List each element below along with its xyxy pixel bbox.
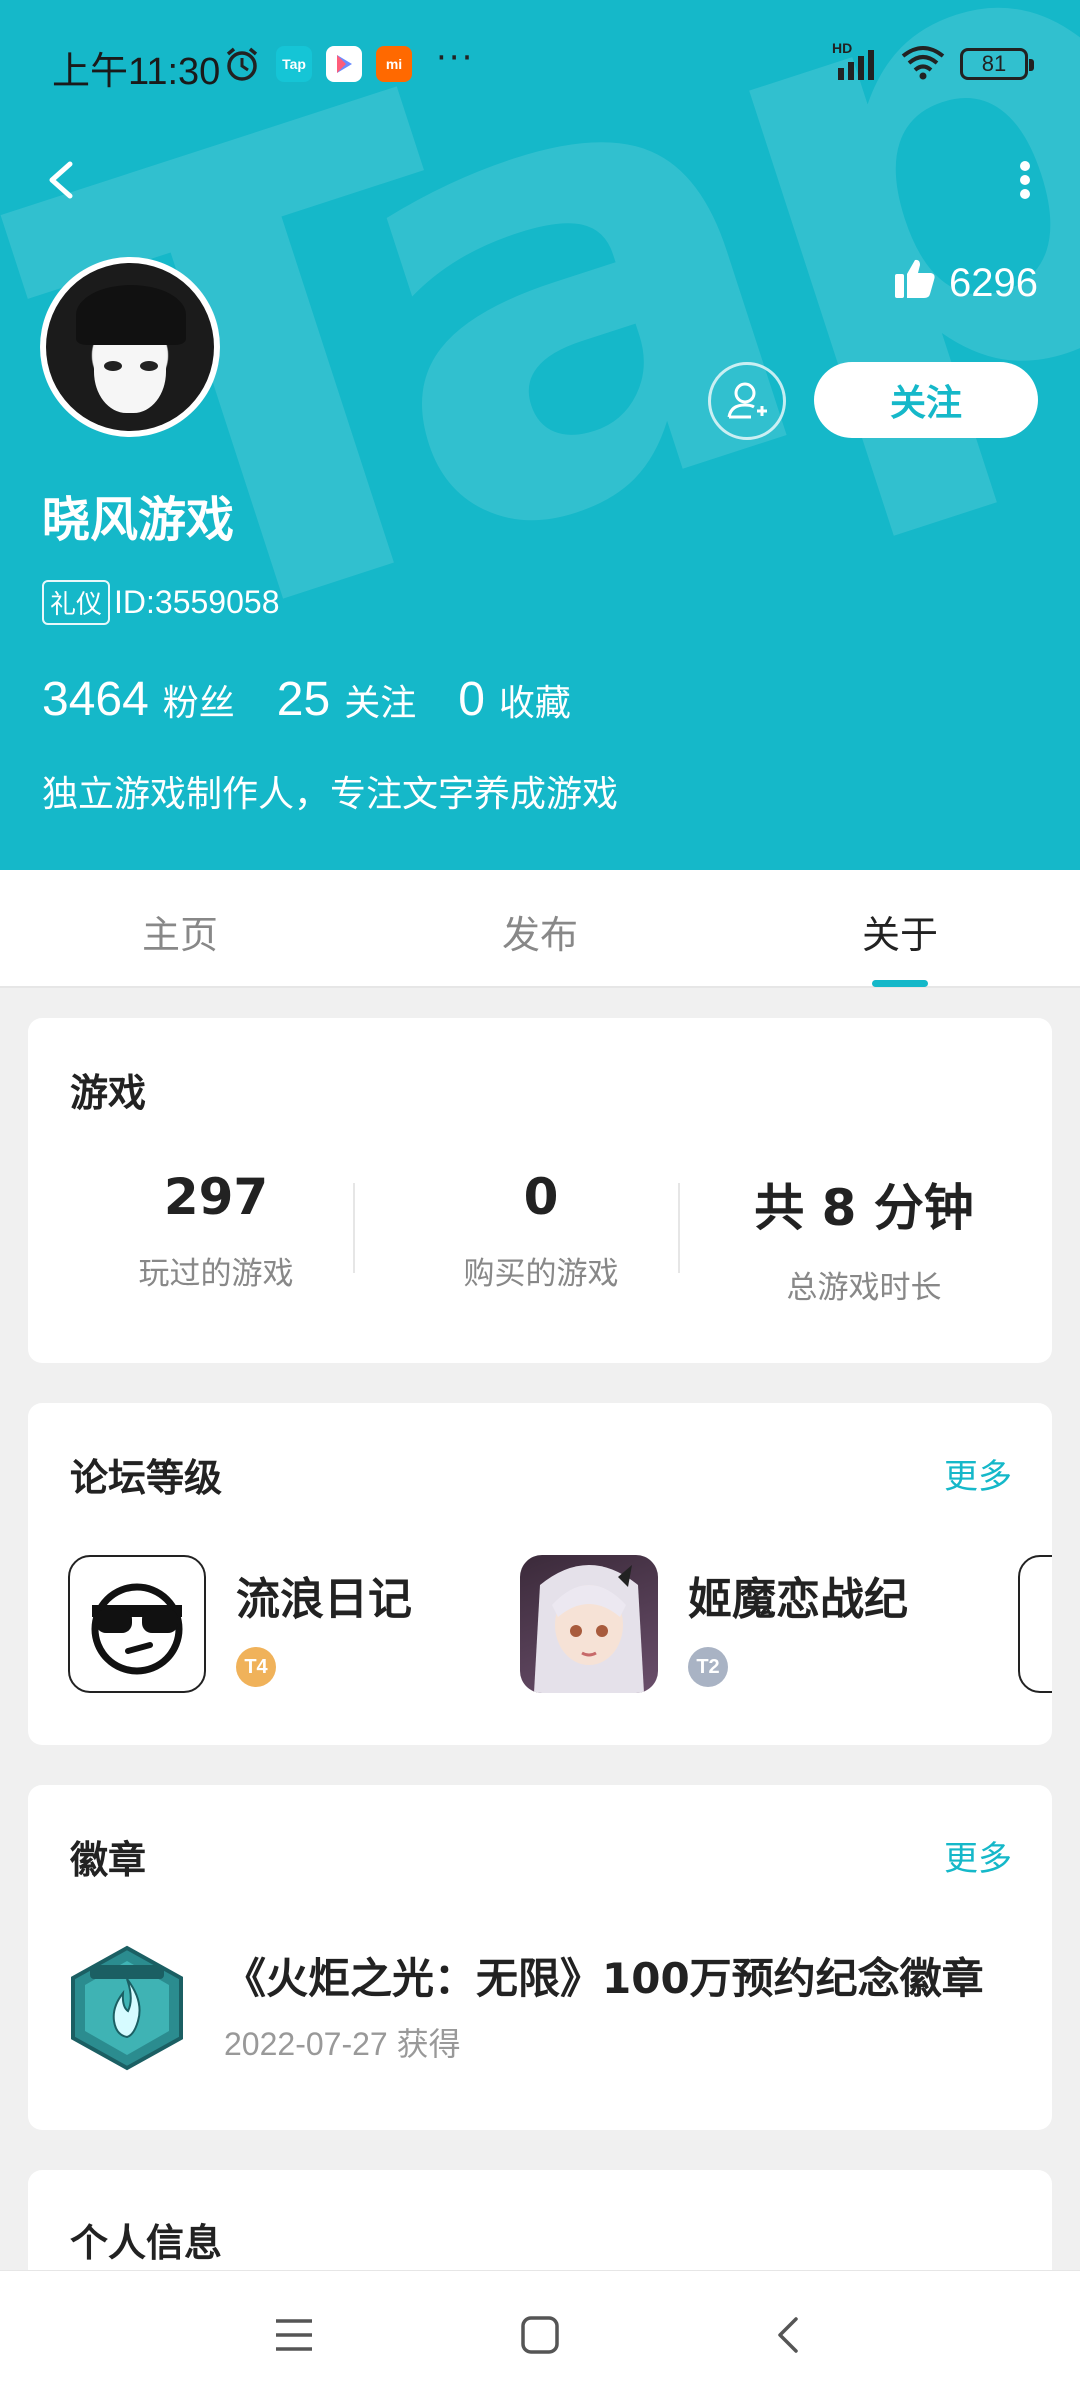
tab-posts[interactable]: 发布 xyxy=(502,904,578,959)
games-card: 游戏 297 玩过的游戏 0 购买的游戏 共 8 分钟 总游戏时长 xyxy=(28,1018,1052,1363)
battery-indicator: 81 xyxy=(960,48,1034,80)
games-card-title: 游戏 xyxy=(70,1071,147,1115)
menu-icon[interactable] xyxy=(272,2315,316,2359)
personal-info-title: 个人信息 xyxy=(70,2221,223,2265)
home-icon[interactable] xyxy=(518,2315,562,2359)
more-notifications-icon: ··· xyxy=(436,38,475,78)
followers-label[interactable]: 粉丝 xyxy=(163,674,235,726)
wifi-icon xyxy=(900,44,946,84)
likes-number: 6296 xyxy=(949,260,1038,305)
followers-count[interactable]: 3464 xyxy=(42,672,149,727)
played-games-stat[interactable]: 297 玩过的游戏 xyxy=(56,1168,376,1293)
follow-button[interactable]: 关注 xyxy=(814,362,1038,438)
favorites-label[interactable]: 收藏 xyxy=(499,674,571,726)
following-count[interactable]: 25 xyxy=(277,672,330,727)
played-games-label: 玩过的游戏 xyxy=(138,1256,294,1292)
playtime-value: 共 8 分钟 xyxy=(754,1179,974,1237)
profile-header: TapTap 上午11:30 Tap mi ··· HD 81 6296 关注 … xyxy=(0,0,1080,870)
etiquette-tag[interactable]: 礼仪 xyxy=(42,580,111,625)
status-bar: 上午11:30 Tap mi ··· HD 81 xyxy=(0,0,1080,130)
played-games-count: 297 xyxy=(163,1168,269,1226)
back-button[interactable] xyxy=(40,150,80,210)
forum-item-name: 姬魔恋战纪 xyxy=(688,1574,908,1625)
user-id: ID:3559058 xyxy=(114,584,280,620)
taptap-app-icon: Tap xyxy=(276,46,312,82)
forum-level-card: 论坛等级 更多 流浪日记 T4 姬魔恋战纪 T2 xyxy=(28,1403,1052,1745)
forum-item-peek[interactable] xyxy=(1018,1555,1052,1693)
purchased-games-label: 购买的游戏 xyxy=(463,1256,619,1292)
tab-about[interactable]: 关于 xyxy=(862,904,938,959)
sunglasses-face-icon xyxy=(68,1555,206,1693)
divider xyxy=(678,1183,680,1273)
purchased-games-count: 0 xyxy=(523,1168,559,1226)
playtime-stat[interactable]: 共 8 分钟 总游戏时长 xyxy=(704,1168,1024,1307)
username: 晓风游戏 xyxy=(42,492,235,548)
user-id-row: 礼仪 ID:3559058 xyxy=(42,580,279,625)
anime-girl-icon xyxy=(520,1555,658,1693)
torchlight-badge-icon[interactable] xyxy=(68,1945,186,2071)
badge-card: 徽章 更多 《火炬之光：无限》100万预约纪念徽章 2022-07-27 获得 xyxy=(28,1785,1052,2130)
system-navigation-bar xyxy=(0,2270,1080,2400)
forum-item[interactable]: 姬魔恋战纪 T2 xyxy=(520,1555,908,1693)
more-options-button[interactable] xyxy=(1010,150,1040,210)
forum-item[interactable]: 流浪日记 T4 xyxy=(68,1555,412,1693)
purchased-games-stat[interactable]: 0 购买的游戏 xyxy=(381,1168,701,1293)
forum-level-title: 论坛等级 xyxy=(70,1456,223,1500)
active-tab-indicator xyxy=(872,980,928,987)
forum-item-name: 流浪日记 xyxy=(236,1574,412,1625)
following-label[interactable]: 关注 xyxy=(344,674,416,726)
add-friend-button[interactable] xyxy=(708,362,786,440)
likes-count: 6296 xyxy=(893,256,1038,310)
user-bio: 独立游戏制作人，专注文字养成游戏 xyxy=(42,774,619,815)
badge-date: 2022-07-27 获得 xyxy=(224,2026,461,2062)
add-user-icon xyxy=(727,382,767,419)
status-time: 上午11:30 xyxy=(52,51,221,93)
mi-app-icon: mi xyxy=(376,46,412,82)
signal-icon: HD xyxy=(832,40,886,82)
thumbs-up-icon xyxy=(893,256,937,310)
play-store-icon xyxy=(326,46,362,82)
alarm-icon xyxy=(222,44,262,88)
favorites-count[interactable]: 0 xyxy=(458,672,485,727)
back-nav-icon[interactable] xyxy=(768,2315,812,2359)
badge-card-title: 徽章 xyxy=(70,1838,147,1882)
avatar[interactable] xyxy=(40,257,220,437)
level-badge: T2 xyxy=(688,1647,728,1687)
tab-home[interactable]: 主页 xyxy=(142,904,218,959)
profile-stats: 3464 粉丝 25 关注 0 收藏 xyxy=(42,672,613,727)
playtime-label: 总游戏时长 xyxy=(786,1270,942,1306)
badge-title[interactable]: 《火炬之光：无限》100万预约纪念徽章 xyxy=(224,1945,984,2006)
level-badge: T4 xyxy=(236,1647,276,1687)
forum-level-more-link[interactable]: 更多 xyxy=(944,1449,1012,1498)
profile-tabs: 主页 发布 关于 xyxy=(0,870,1080,988)
badge-more-link[interactable]: 更多 xyxy=(944,1831,1012,1880)
divider xyxy=(353,1183,355,1273)
